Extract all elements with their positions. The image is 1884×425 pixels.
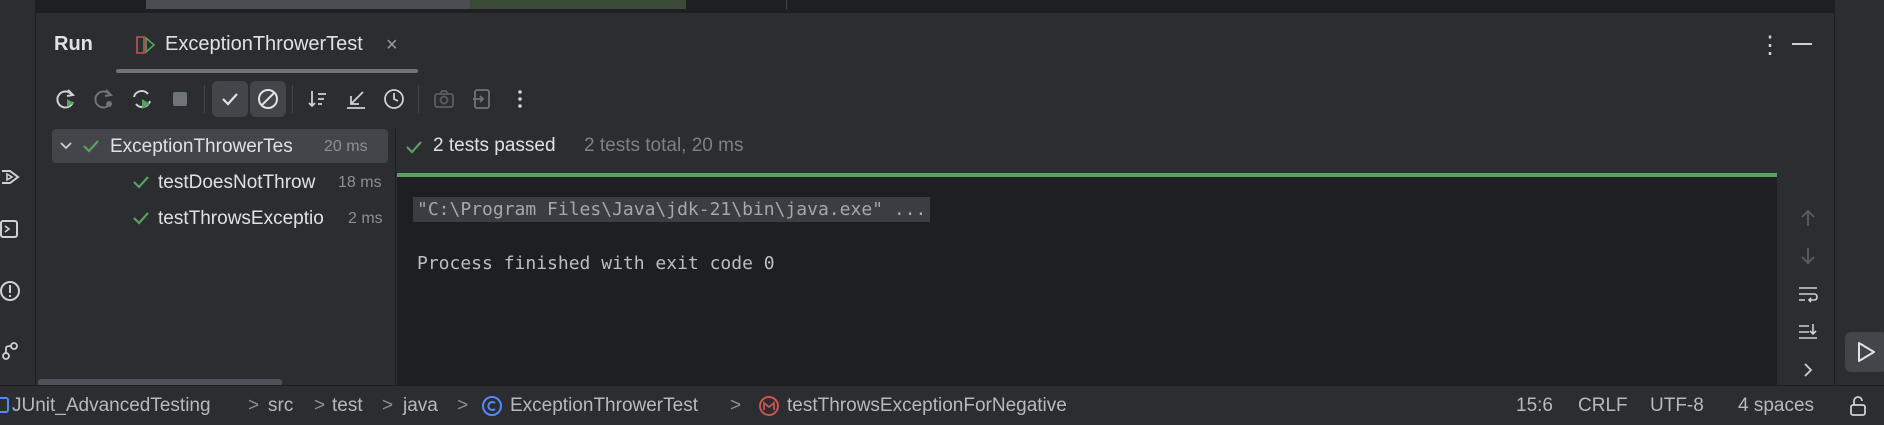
run-toolbar	[36, 79, 636, 119]
collapse-icon[interactable]	[338, 81, 374, 117]
right-tool-strip	[1834, 0, 1884, 385]
tab-label: ExceptionThrowerTest	[165, 33, 363, 55]
run-icon	[1858, 342, 1875, 362]
tool-window-header: Run ExceptionThrowerTest × ⋮	[36, 13, 1834, 73]
close-icon[interactable]: ×	[386, 34, 398, 57]
show-ignored-icon[interactable]	[250, 81, 286, 117]
console-side-toolbar	[1777, 177, 1834, 386]
passed-check-icon	[406, 141, 422, 154]
test-tree: ExceptionThrowerTes 20 ms testDoesNotThr…	[36, 129, 396, 386]
file-encoding[interactable]: UTF-8	[1650, 395, 1704, 417]
arrow-up-icon[interactable]	[1797, 207, 1819, 229]
show-passed-icon[interactable]	[212, 81, 248, 117]
tree-item-duration: 18 ms	[338, 174, 382, 191]
stop-icon[interactable]	[162, 81, 198, 117]
editor-tab-segment-active	[470, 0, 686, 9]
git-icon[interactable]	[0, 340, 22, 362]
line-ending[interactable]: CRLF	[1578, 395, 1628, 417]
breadcrumb-separator: >	[248, 395, 260, 416]
run-tool-window: Run ExceptionThrowerTest × ⋮ ExceptionTh…	[36, 12, 1834, 386]
breadcrumb-java[interactable]: java	[403, 395, 438, 417]
scroll-to-end-icon[interactable]	[1797, 321, 1819, 343]
camera-icon[interactable]	[426, 81, 462, 117]
breadcrumb-separator: >	[730, 395, 742, 416]
breadcrumb-method[interactable]: testThrowsExceptionForNegative	[787, 395, 1067, 417]
tab-active-indicator	[116, 69, 418, 73]
class-icon	[482, 396, 502, 416]
history-icon[interactable]	[376, 81, 412, 117]
module-icon	[0, 397, 9, 413]
indent-setting[interactable]: 4 spaces	[1738, 395, 1814, 417]
editor-tab-segment	[146, 0, 470, 9]
terminal-icon[interactable]	[0, 218, 22, 240]
chevron-right-icon[interactable]	[1797, 359, 1819, 381]
tree-item-duration: 20 ms	[324, 138, 368, 155]
console-output[interactable]: "C:\Program Files\Java\jdk-21\bin\java.e…	[397, 177, 1777, 386]
breadcrumb-separator: >	[457, 395, 469, 416]
tree-row-root[interactable]: ExceptionThrowerTes 20 ms	[52, 129, 388, 163]
tree-item-label: testThrowsExceptio	[158, 208, 324, 229]
soft-wrap-icon[interactable]	[1797, 283, 1819, 305]
passed-check-icon	[133, 176, 149, 189]
divider	[786, 0, 787, 9]
breadcrumb-test[interactable]: test	[332, 395, 363, 417]
more-icon[interactable]	[502, 81, 538, 117]
tests-total-label: 2 tests total, 20 ms	[584, 135, 744, 156]
left-tool-strip	[0, 0, 36, 385]
tree-row-test[interactable]: testThrowsExceptio 2 ms	[52, 201, 388, 235]
test-config-icon	[136, 36, 156, 54]
services-icon[interactable]	[0, 166, 22, 188]
status-bar: JUnit_AdvancedTesting > src > test > jav…	[0, 385, 1884, 425]
tab-exception-thrower-test[interactable]: ExceptionThrowerTest ×	[116, 25, 418, 73]
rerun-icon[interactable]	[48, 81, 84, 117]
minimize-icon[interactable]	[1792, 43, 1812, 45]
tests-passed-label: 2 tests passed	[433, 135, 556, 156]
tool-window-title[interactable]: Run	[54, 33, 93, 56]
tree-row-test[interactable]: testDoesNotThrow 18 ms	[52, 165, 388, 199]
toolbar-separator	[418, 85, 419, 113]
toggle-auto-test-icon[interactable]	[124, 81, 160, 117]
tree-item-label: ExceptionThrowerTes	[110, 136, 293, 157]
test-status-bar: 2 tests passed 2 tests total, 20 ms	[397, 129, 1834, 165]
lock-icon[interactable]	[1848, 395, 1868, 417]
toolbar-separator	[292, 85, 293, 113]
passed-check-icon	[83, 140, 99, 153]
chevron-down-icon[interactable]	[58, 138, 74, 154]
passed-check-icon	[133, 212, 149, 225]
run-side-button[interactable]	[1845, 332, 1884, 372]
breadcrumb-project[interactable]: JUnit_AdvancedTesting	[12, 395, 211, 417]
sort-icon[interactable]	[300, 81, 336, 117]
breadcrumb-class[interactable]: ExceptionThrowerTest	[510, 395, 698, 417]
breadcrumb-separator: >	[314, 395, 326, 416]
process-exit-message: Process finished with exit code 0	[417, 253, 775, 274]
tree-item-duration: 2 ms	[348, 210, 383, 227]
toolbar-separator	[204, 85, 205, 113]
more-options-icon[interactable]: ⋮	[1758, 31, 1782, 60]
arrow-down-icon[interactable]	[1797, 245, 1819, 267]
tree-item-label: testDoesNotThrow	[158, 172, 316, 193]
breadcrumb-separator: >	[382, 395, 394, 416]
breadcrumb-src[interactable]: src	[268, 395, 293, 417]
editor-remnant	[36, 0, 1834, 12]
problems-icon[interactable]	[0, 280, 22, 302]
export-icon[interactable]	[464, 81, 500, 117]
rerun-failed-icon[interactable]	[86, 81, 122, 117]
command-line[interactable]: "C:\Program Files\Java\jdk-21\bin\java.e…	[413, 197, 931, 222]
caret-position[interactable]: 15:6	[1516, 395, 1553, 417]
method-icon	[759, 396, 779, 416]
